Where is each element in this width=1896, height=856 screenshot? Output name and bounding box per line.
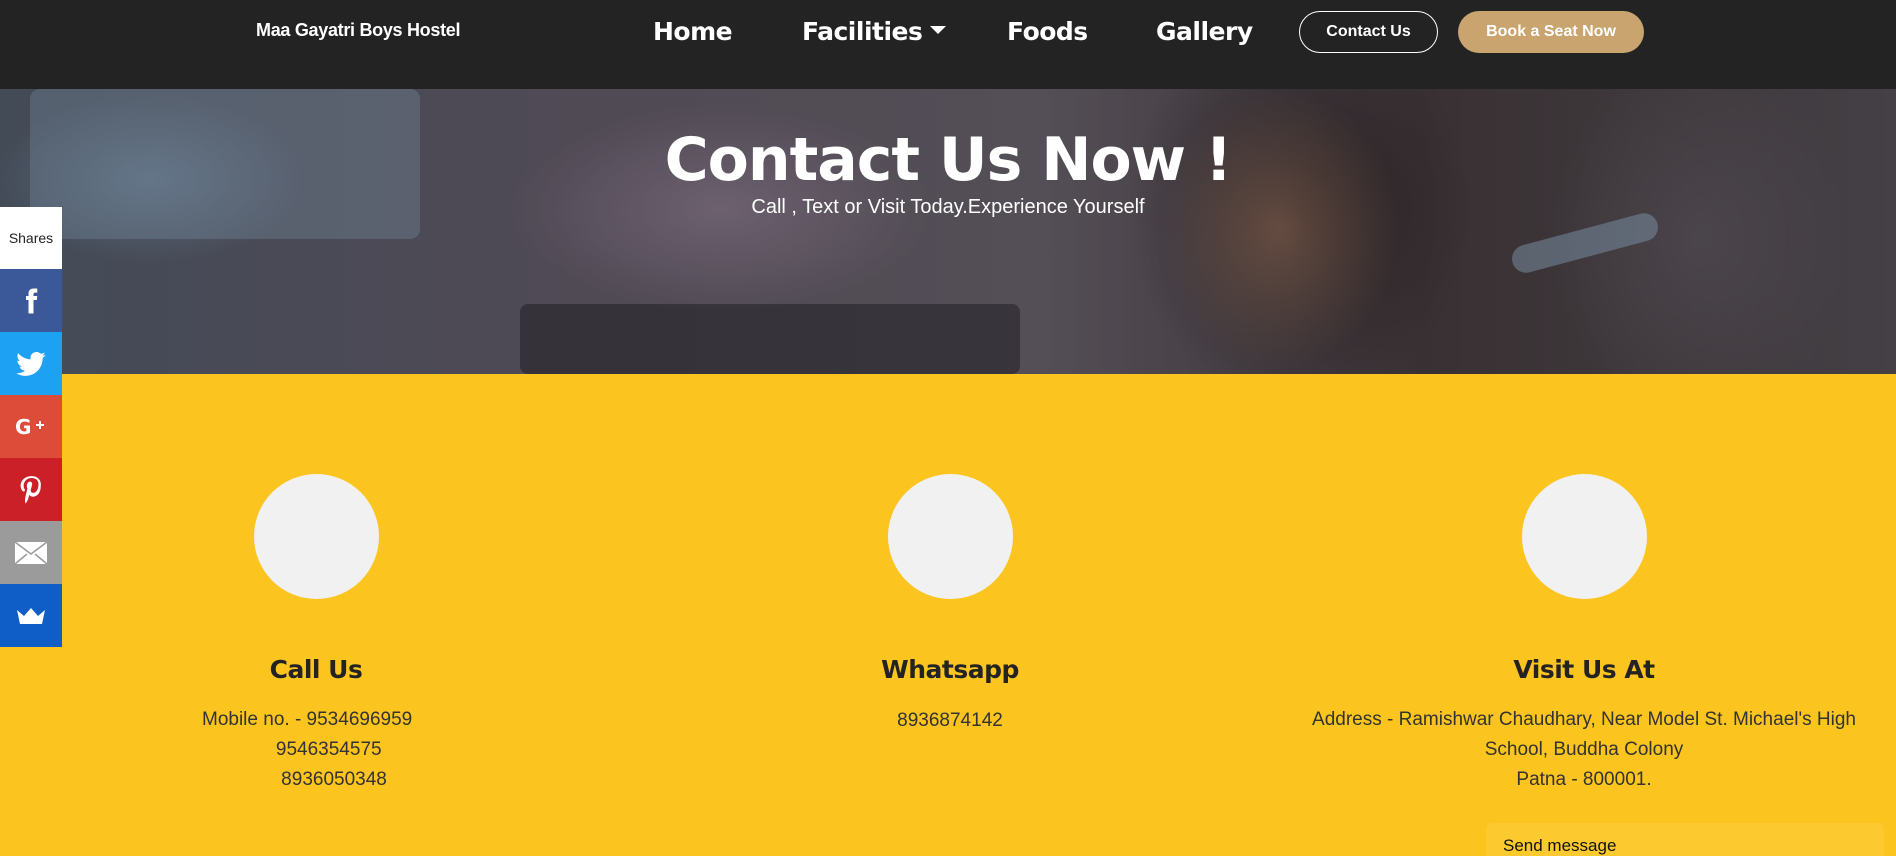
nav-home[interactable]: Home bbox=[653, 17, 733, 46]
whatsapp-number[interactable]: 8936874142 bbox=[640, 706, 1260, 736]
nav-facilities-label: Facilities bbox=[802, 17, 923, 46]
whatsapp-icon bbox=[887, 474, 1013, 599]
phone-numbers: Mobile no. - 9534696959 9546354575 89360… bbox=[202, 705, 412, 795]
phone-line[interactable]: Mobile no. - 9534696959 bbox=[202, 705, 412, 735]
phone-icon bbox=[253, 474, 379, 599]
svg-text:G: G bbox=[15, 415, 31, 439]
nav-gallery[interactable]: Gallery bbox=[1156, 17, 1253, 46]
facebook-icon bbox=[26, 288, 38, 313]
phone-line[interactable]: 8936050348 bbox=[202, 765, 412, 795]
nav-facilities[interactable]: Facilities bbox=[802, 17, 947, 46]
phone-line[interactable]: 9546354575 bbox=[202, 735, 412, 765]
call-us-title: Call Us bbox=[269, 655, 363, 684]
twitter-icon bbox=[16, 351, 46, 376]
twitter-share-button[interactable] bbox=[0, 332, 62, 395]
shares-label: Shares bbox=[0, 207, 62, 269]
site-header: Maa Gayatri Boys Hostel Home Facilities … bbox=[0, 0, 1896, 89]
nav-foods[interactable]: Foods bbox=[1007, 17, 1088, 46]
address-line: Patna - 800001. bbox=[1516, 769, 1652, 790]
visit-us-column: Visit Us At Address - Ramishwar Chaudhar… bbox=[1274, 474, 1894, 790]
facebook-share-button[interactable] bbox=[0, 269, 62, 332]
whatsapp-column: Whatsapp 8936874142 bbox=[640, 474, 1260, 736]
brand-name[interactable]: Maa Gayatri Boys Hostel bbox=[256, 20, 460, 41]
call-us-column: Call Us Mobile no. - 9534696959 95463545… bbox=[6, 474, 626, 790]
address-line: Address - Ramishwar Chaudhary, Near Mode… bbox=[1312, 709, 1856, 730]
google-plus-share-button[interactable]: G bbox=[0, 395, 62, 458]
contact-us-button[interactable]: Contact Us bbox=[1299, 11, 1438, 53]
location-icon bbox=[1521, 474, 1647, 599]
visit-us-title: Visit Us At bbox=[1513, 655, 1655, 684]
hero-subtitle: Call , Text or Visit Today.Experience Yo… bbox=[751, 196, 1145, 218]
address: Address - Ramishwar Chaudhary, Near Mode… bbox=[1274, 705, 1894, 795]
whatsapp-title: Whatsapp bbox=[881, 655, 1019, 684]
caret-down-icon bbox=[930, 26, 947, 34]
hero-title: Contact Us Now ! bbox=[664, 125, 1233, 195]
google-plus-icon: G bbox=[15, 415, 44, 439]
send-message-chat-widget[interactable]: Send message bbox=[1486, 823, 1884, 856]
address-line: School, Buddha Colony bbox=[1484, 739, 1684, 760]
book-seat-button[interactable]: Book a Seat Now bbox=[1458, 11, 1644, 53]
hero-banner: Contact Us Now ! Call , Text or Visit To… bbox=[0, 89, 1896, 374]
